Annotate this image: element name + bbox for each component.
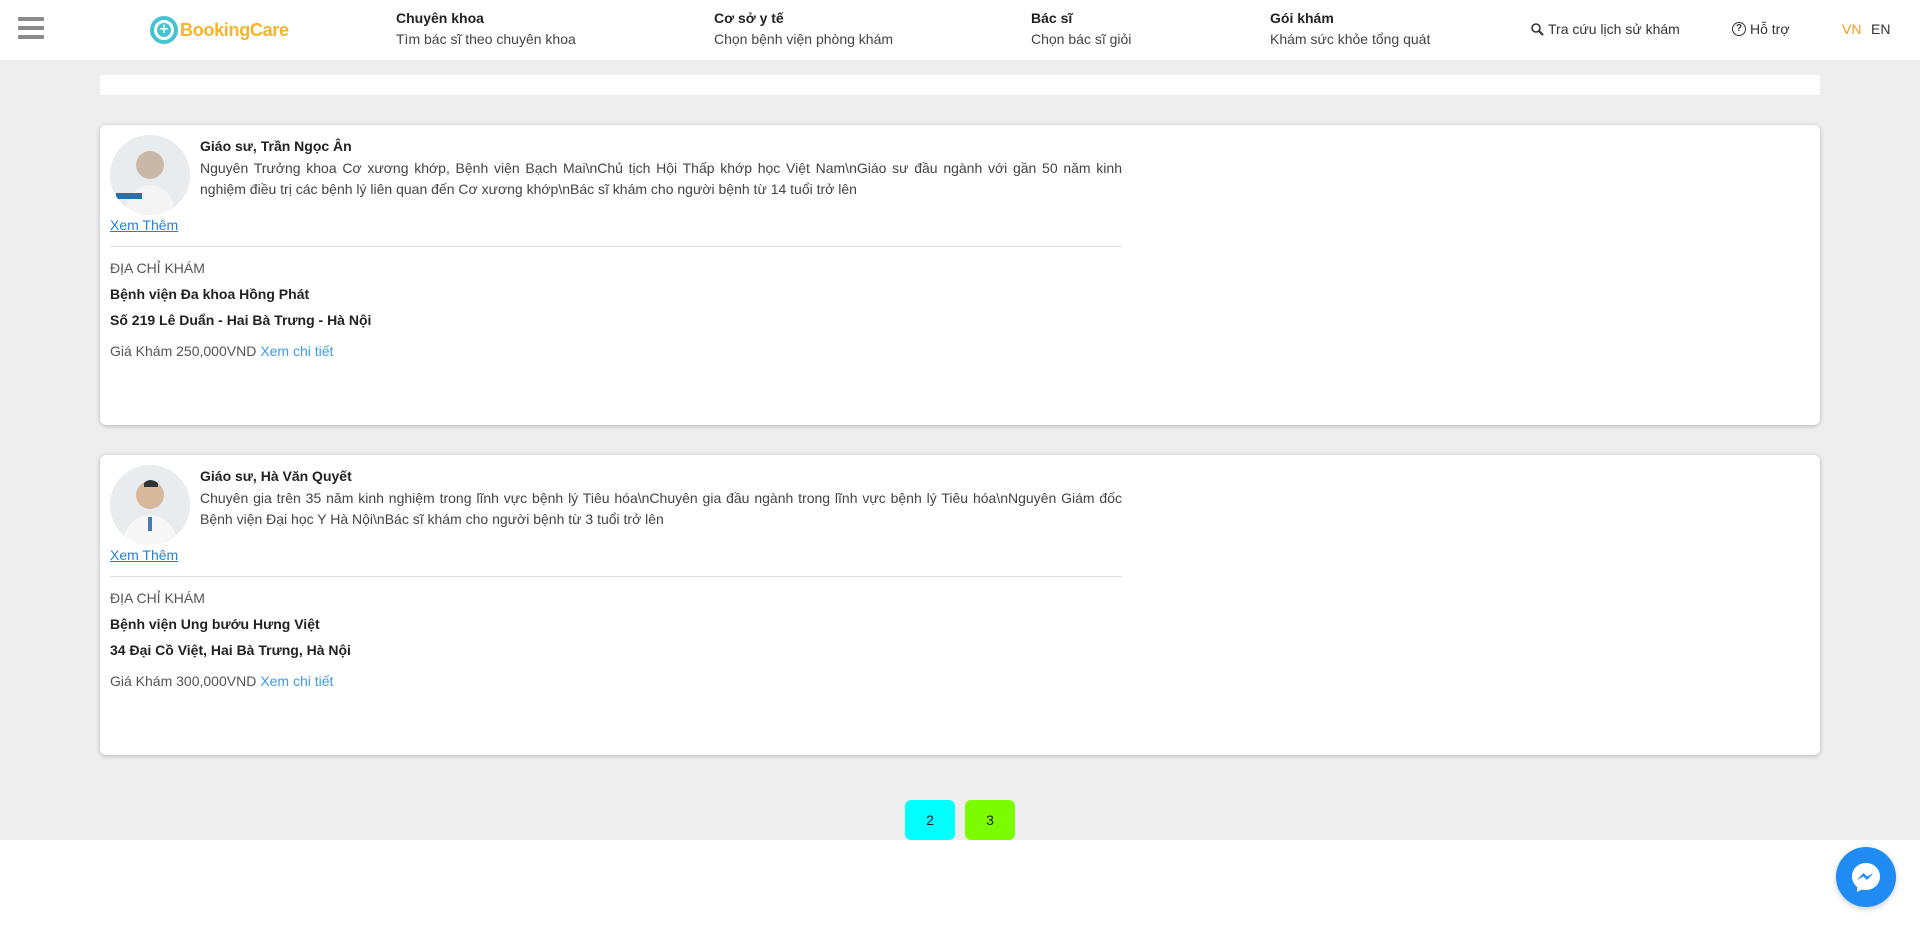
see-more-link[interactable]: Xem Thêm xyxy=(110,547,178,563)
nav-title: Bác sĩ xyxy=(1031,10,1073,26)
nav-title: Cơ sở y tế xyxy=(714,10,784,26)
logo[interactable]: + BookingCare xyxy=(150,12,289,48)
price-label: Giá Khám 250,000VND xyxy=(110,343,257,359)
divider xyxy=(110,576,1122,577)
lookup-history-link[interactable]: Tra cứu lịch sử khám xyxy=(1530,21,1680,37)
nav-item-doctor[interactable]: Bác sĩ Chọn bác sĩ giỏi xyxy=(1031,10,1131,47)
lang-vn-button[interactable]: VN xyxy=(1842,21,1861,37)
search-icon xyxy=(1531,23,1544,36)
doctor-name: Giáo sư, Trần Ngọc Ân xyxy=(200,138,352,154)
see-detail-link[interactable]: Xem chi tiết xyxy=(260,673,333,689)
messenger-chat-button[interactable] xyxy=(1836,847,1896,907)
price-info: Giá Khám 300,000VND Xem chi tiết xyxy=(110,673,333,689)
logo-text: BookingCare xyxy=(180,19,289,40)
address-label: ĐỊA CHỈ KHÁM xyxy=(110,260,205,276)
header: + BookingCare Chuyên khoa Tìm bác sĩ the… xyxy=(0,0,1920,60)
nav-item-specialty[interactable]: Chuyên khoa Tìm bác sĩ theo chuyên khoa xyxy=(396,10,576,47)
lookup-history-label: Tra cứu lịch sử khám xyxy=(1548,21,1680,37)
doctor-name: Giáo sư, Hà Văn Quyết xyxy=(200,468,352,484)
nav-subtitle: Khám sức khỏe tổng quát xyxy=(1270,31,1431,47)
see-more-link[interactable]: Xem Thêm xyxy=(110,217,178,233)
see-detail-link[interactable]: Xem chi tiết xyxy=(260,343,333,359)
clinic-address: 34 Đại Cồ Việt, Hai Bà Trưng, Hà Nội xyxy=(110,642,351,658)
top-strip xyxy=(100,75,1820,95)
nav-subtitle: Chọn bác sĩ giỏi xyxy=(1031,31,1132,47)
nav-subtitle: Tìm bác sĩ theo chuyên khoa xyxy=(396,31,576,47)
doctor-card: Giáo sư, Trần Ngọc Ân Nguyên Trưởng khoa… xyxy=(100,125,1820,425)
nav-item-facility[interactable]: Cơ sở y tế Chọn bệnh viện phòng khám xyxy=(714,10,893,47)
page-button-3[interactable]: 3 xyxy=(965,800,1015,840)
clinic-name: Bệnh viện Ung bướu Hưng Việt xyxy=(110,616,320,632)
lang-en-button[interactable]: EN xyxy=(1871,21,1890,37)
doctor-avatar xyxy=(110,135,190,215)
clinic-name: Bệnh viện Đa khoa Hồng Phát xyxy=(110,286,310,302)
price-info: Giá Khám 250,000VND Xem chi tiết xyxy=(110,343,333,359)
page-button-2[interactable]: 2 xyxy=(905,800,955,840)
doctor-description: Nguyên Trưởng khoa Cơ xương khớp, Bệnh v… xyxy=(200,160,1122,197)
messenger-icon xyxy=(1852,863,1880,892)
price-label: Giá Khám 300,000VND xyxy=(110,673,257,689)
nav-item-package[interactable]: Gói khám Khám sức khỏe tổng quát xyxy=(1270,10,1430,47)
nav-subtitle: Chọn bệnh viện phòng khám xyxy=(714,31,894,47)
doctor-avatar xyxy=(110,465,190,545)
logo-icon: + xyxy=(150,16,178,44)
doctor-description: Chuyên gia trên 35 năm kinh nghiệm trong… xyxy=(200,490,1122,527)
nav-title: Chuyên khoa xyxy=(396,10,484,26)
support-link[interactable]: ? Hỗ trợ xyxy=(1732,21,1790,37)
divider xyxy=(110,246,1122,247)
nav-title: Gói khám xyxy=(1270,10,1334,26)
doctor-card: Giáo sư, Hà Văn Quyết Chuyên gia trên 35… xyxy=(100,455,1820,755)
clinic-address: Số 219 Lê Duẩn - Hai Bà Trưng - Hà Nội xyxy=(110,312,372,328)
hamburger-menu-icon[interactable] xyxy=(18,17,44,41)
support-label: Hỗ trợ xyxy=(1750,21,1790,37)
main-content: Giáo sư, Trần Ngọc Ân Nguyên Trưởng khoa… xyxy=(0,60,1920,840)
address-label: ĐỊA CHỈ KHÁM xyxy=(110,590,205,606)
help-circle-icon: ? xyxy=(1732,22,1746,36)
